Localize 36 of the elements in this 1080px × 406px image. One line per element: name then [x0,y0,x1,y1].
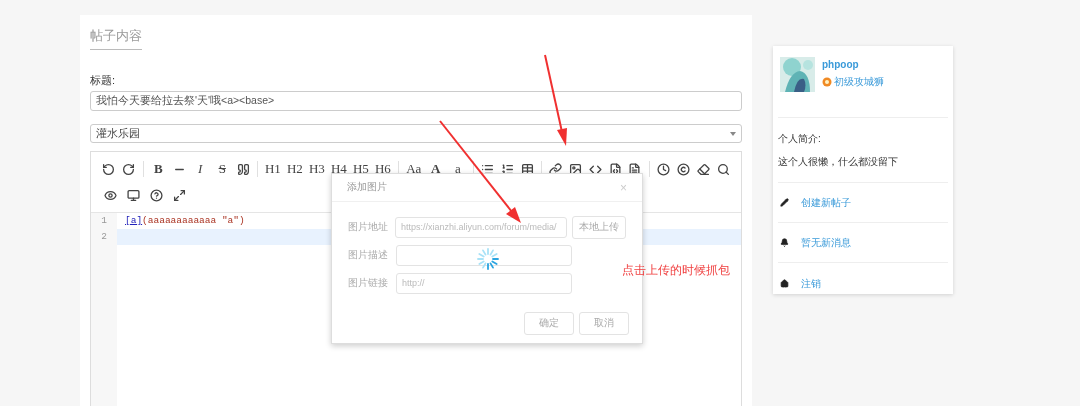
text-field[interactable] [396,244,572,266]
toolbar-button[interactable]: a [446,158,469,180]
field-label: 图片地址 [348,219,389,234]
dialog-title: 添加图片 [347,180,387,195]
link-text: [a] [125,214,143,228]
toolbar-button[interactable]: H1 [261,158,284,180]
rank-label: 初级攻城狮 [834,75,884,89]
bio-label: 个人简介: [778,132,822,146]
toolbar-button[interactable]: H3 [305,158,328,180]
line-number: 1 [91,213,117,229]
toolbar-button[interactable]: S [211,158,234,180]
bio-text: 这个人很懒，什么都没留下 [778,155,899,169]
text-field[interactable]: http:// [396,272,572,294]
toolbar-button[interactable]: H4 [327,158,350,180]
toolbar-button[interactable]: H6 [371,158,394,180]
toolbar-button[interactable]: Aa [402,158,425,180]
toolbar-button[interactable]: I [189,158,212,180]
title-field[interactable]: 我怕今天要给拉去祭'天'哦<a><base> [90,91,742,111]
panel-heading: 帖子内容 [90,24,142,50]
title-label: 标题: [90,72,117,88]
field-label: 图片描述 [348,247,389,262]
bell-icon [780,238,789,247]
toolbar-button[interactable]: B [147,158,170,180]
toolbar-button[interactable]: H5 [349,158,372,180]
line-number: 2 [91,229,117,245]
toolbar-button[interactable]: H2 [283,158,306,180]
pencil-icon [780,198,789,207]
caret-icon [730,131,736,136]
category-select[interactable]: 灌水乐园 [90,124,742,143]
home-icon [780,278,789,288]
toolbar-button[interactable]: A [424,158,447,180]
rank-badge-icon [822,77,832,88]
annotation-text: 点击上传的时候抓包 [622,262,730,279]
loading-spinner-icon [477,248,499,270]
code-text: (aaaaaaaaaaaa "a") [142,214,245,228]
field-label: 图片链接 [348,275,389,290]
